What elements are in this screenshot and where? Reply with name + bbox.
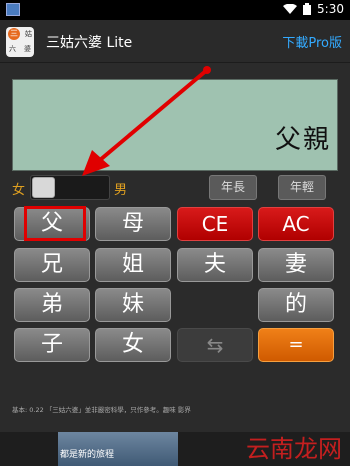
- ad-text[interactable]: 都是新的旅程: [60, 447, 114, 460]
- watermark: 云南龙网: [246, 435, 342, 463]
- annotation-arrow: [82, 66, 211, 176]
- disclaimer-text: 基本: 0.22 「三姑六婆」並非嚴密科學，只作參考。趣味 影界: [12, 406, 191, 414]
